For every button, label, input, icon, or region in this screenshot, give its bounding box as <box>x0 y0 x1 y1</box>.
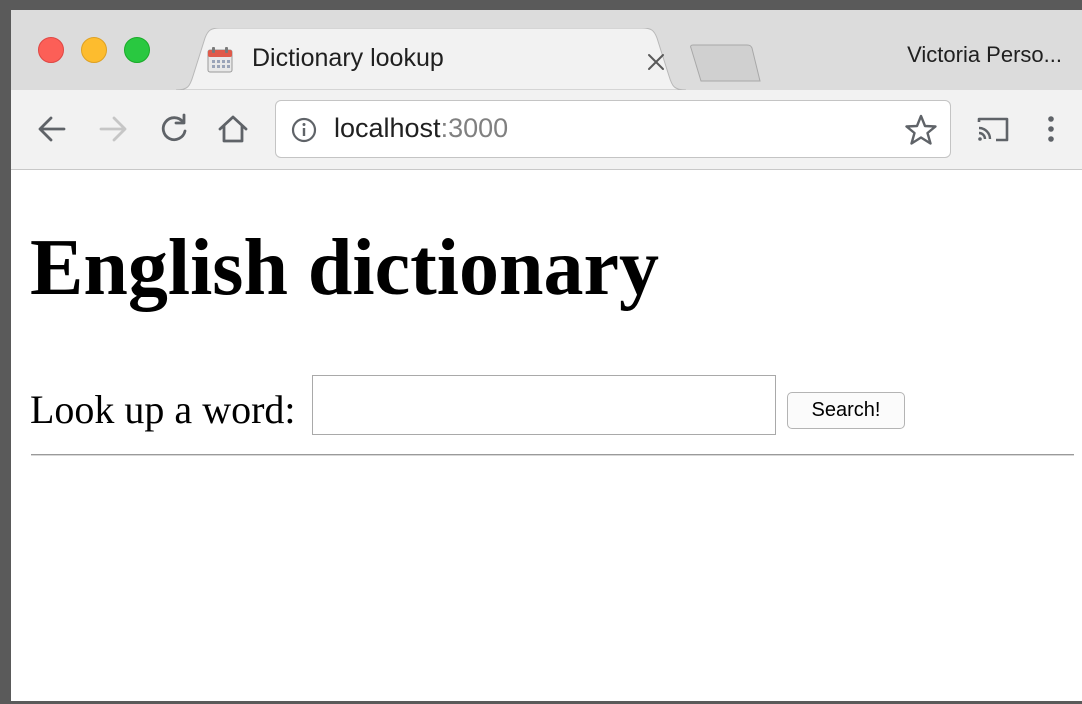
divider <box>31 454 1074 456</box>
star-icon[interactable] <box>904 113 938 147</box>
profile-name[interactable]: Victoria Perso... <box>907 42 1062 68</box>
back-arrow-icon[interactable] <box>33 110 71 148</box>
new-tab-button[interactable] <box>689 44 761 82</box>
url-text[interactable]: localhost:3000 <box>334 113 508 144</box>
close-window-button[interactable] <box>38 37 64 63</box>
home-icon[interactable] <box>214 110 252 148</box>
cast-icon[interactable] <box>974 110 1012 148</box>
tab-strip: Dictionary lookup Victoria Perso... <box>11 10 1082 90</box>
calendar-icon <box>206 46 234 74</box>
page-title: English dictionary <box>30 224 660 312</box>
browser-window: Dictionary lookup Victoria Perso... loca… <box>0 0 1082 704</box>
address-bar[interactable]: localhost:3000 <box>275 100 951 158</box>
browser-toolbar: localhost:3000 <box>11 90 1082 170</box>
browser-frame: Dictionary lookup Victoria Perso... loca… <box>11 10 1082 701</box>
tab-title: Dictionary lookup <box>252 44 444 72</box>
reload-icon[interactable] <box>155 110 193 148</box>
url-port: :3000 <box>440 113 509 143</box>
url-host: localhost <box>334 113 441 143</box>
forward-arrow-icon[interactable] <box>94 110 132 148</box>
info-icon[interactable] <box>290 116 318 144</box>
word-search-input[interactable] <box>312 375 776 435</box>
lookup-label: Look up a word: <box>30 387 296 432</box>
page-content: English dictionary Look up a word: Searc… <box>11 170 1082 701</box>
maximize-window-button[interactable] <box>124 37 150 63</box>
minimize-window-button[interactable] <box>81 37 107 63</box>
close-icon[interactable] <box>644 50 668 74</box>
search-button[interactable]: Search! <box>787 392 905 429</box>
kebab-menu-icon[interactable] <box>1032 110 1070 148</box>
tab-dictionary-lookup[interactable]: Dictionary lookup <box>176 28 686 90</box>
